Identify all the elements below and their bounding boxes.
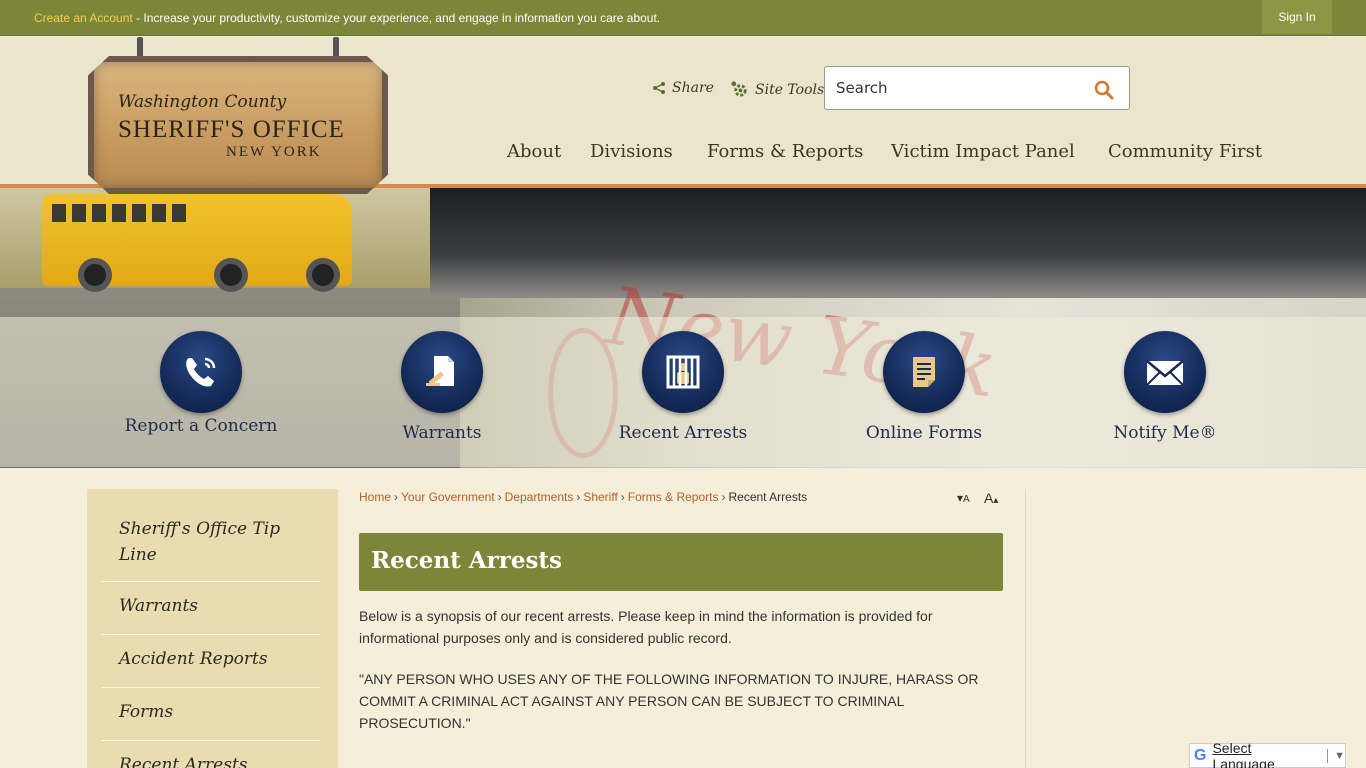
sidebar-item-tip-line[interactable]: Sheriff's Office Tip Line (101, 516, 320, 582)
share-label: Share (672, 80, 714, 96)
bus-window (52, 204, 66, 222)
bus-window (72, 204, 86, 222)
quick-link-label: Notify Me® (1113, 423, 1217, 443)
breadcrumb-current: Recent Arrests (728, 490, 808, 504)
account-message: Create an Account - Increase your produc… (34, 11, 660, 25)
site-tools-button[interactable]: Site Tools (730, 80, 824, 99)
nav-victim-impact-panel[interactable]: Victim Impact Panel (891, 141, 1075, 162)
quick-link-report-concern[interactable]: Report a Concern (121, 331, 281, 439)
sidebar-item-recent-arrests[interactable]: Recent Arrests (101, 752, 320, 768)
quick-link-icon-bg (642, 331, 724, 413)
decrease-text-label: A (963, 494, 970, 505)
account-bar: Create an Account - Increase your produc… (0, 0, 1366, 36)
increase-text-button[interactable]: A▴ (984, 490, 998, 506)
form-icon (913, 357, 935, 387)
page-title: Recent Arrests (371, 547, 562, 574)
sidebar-item-forms[interactable]: Forms (101, 699, 320, 741)
quick-link-online-forms[interactable]: Online Forms (844, 331, 1004, 446)
decrease-text-button[interactable]: ▾A (957, 491, 970, 505)
select-language-label: Select Language (1212, 739, 1275, 768)
search-box (824, 66, 1130, 110)
intro-paragraph: Below is a synopsis of our recent arrest… (359, 608, 933, 646)
gavel-document-icon (426, 356, 454, 386)
bus-window (92, 204, 106, 222)
nav-divisions[interactable]: Divisions (590, 141, 673, 162)
breadcrumb-separator: › (497, 490, 502, 504)
breadcrumb-separator: › (721, 490, 726, 504)
site-logo[interactable]: Washington County SHERIFF'S OFFICE NEW Y… (88, 56, 388, 194)
bus-wheel (78, 258, 112, 292)
bus-window (112, 204, 126, 222)
sign-chain (333, 37, 339, 59)
breadcrumb-forms-reports[interactable]: Forms & Reports (628, 490, 719, 504)
breadcrumb-separator: › (576, 490, 581, 504)
bus-wheel (214, 258, 248, 292)
logo-county: Washington County (118, 92, 287, 112)
breadcrumb-your-government[interactable]: Your Government (401, 490, 495, 504)
quick-link-recent-arrests[interactable]: Recent Arrests (603, 331, 763, 446)
content-divider (1025, 489, 1026, 768)
account-message-text: - Increase your productivity, customize … (132, 11, 661, 25)
logo-state: NEW YORK (226, 144, 322, 160)
quick-link-icon-bg (401, 331, 483, 413)
breadcrumb-departments[interactable]: Departments (505, 490, 574, 504)
sign-in-button[interactable]: Sign In (1262, 0, 1332, 34)
quick-link-label: Online Forms (865, 423, 983, 443)
bus-wheel (306, 258, 340, 292)
search-input[interactable] (836, 77, 1086, 99)
sidebar-item-accident-reports[interactable]: Accident Reports (101, 646, 320, 688)
quick-link-label: Warrants (402, 423, 482, 443)
sign-chain (137, 37, 143, 59)
breadcrumb-sheriff[interactable]: Sheriff (583, 490, 617, 504)
disclaimer-paragraph: "ANY PERSON WHO USES ANY OF THE FOLLOWIN… (359, 671, 979, 731)
quick-link-icon-bg (160, 331, 242, 413)
search-icon[interactable] (1093, 79, 1115, 101)
envelope-icon (1146, 360, 1184, 386)
caret-up-icon: ▴ (993, 495, 999, 506)
phone-icon (186, 357, 216, 387)
bus-window (152, 204, 166, 222)
quick-link-notify-me[interactable]: Notify Me® (1085, 331, 1245, 446)
logo-office: SHERIFF'S OFFICE (118, 116, 345, 143)
bus-window (172, 204, 186, 222)
site-tools-label: Site Tools (755, 81, 825, 98)
share-button[interactable]: Share (652, 80, 714, 96)
bus-window (132, 204, 146, 222)
sidebar-nav: Sheriff's Office Tip Line Warrants Accid… (87, 489, 338, 768)
google-translate-widget[interactable]: G Select Language ▼ (1189, 739, 1346, 768)
google-g-icon: G (1194, 746, 1207, 764)
create-account-link[interactable]: Create an Account (34, 11, 133, 25)
gear-icon (731, 81, 747, 97)
breadcrumb-separator: › (620, 490, 625, 504)
increase-text-label: A (984, 490, 994, 506)
jail-icon (666, 355, 700, 389)
page-title-bar: Recent Arrests (359, 533, 1003, 591)
nav-about[interactable]: About (507, 141, 561, 162)
quick-link-warrants[interactable]: Warrants (362, 331, 522, 446)
banner-vehicle-shadow (430, 188, 1366, 298)
breadcrumb-separator: › (394, 490, 399, 504)
sidebar-item-warrants[interactable]: Warrants (101, 593, 320, 635)
quick-link-label: Recent Arrests (618, 423, 748, 443)
quick-link-icon-bg (1124, 331, 1206, 413)
breadcrumb-home[interactable]: Home (359, 490, 391, 504)
quick-link-icon-bg (883, 331, 965, 413)
quick-links-bar: Report a Concern Warrants Recent Arrests… (0, 317, 1366, 467)
nav-forms-reports[interactable]: Forms & Reports (707, 141, 863, 162)
share-icon (653, 82, 665, 94)
quick-link-label: Report a Concern (124, 416, 278, 436)
dropdown-arrow-icon: ▼ (1334, 749, 1345, 762)
translate-divider (1327, 748, 1329, 763)
breadcrumb: Home › Your Government › Departments › Sheriff… (359, 490, 807, 504)
nav-community-first[interactable]: Community First (1108, 141, 1262, 162)
